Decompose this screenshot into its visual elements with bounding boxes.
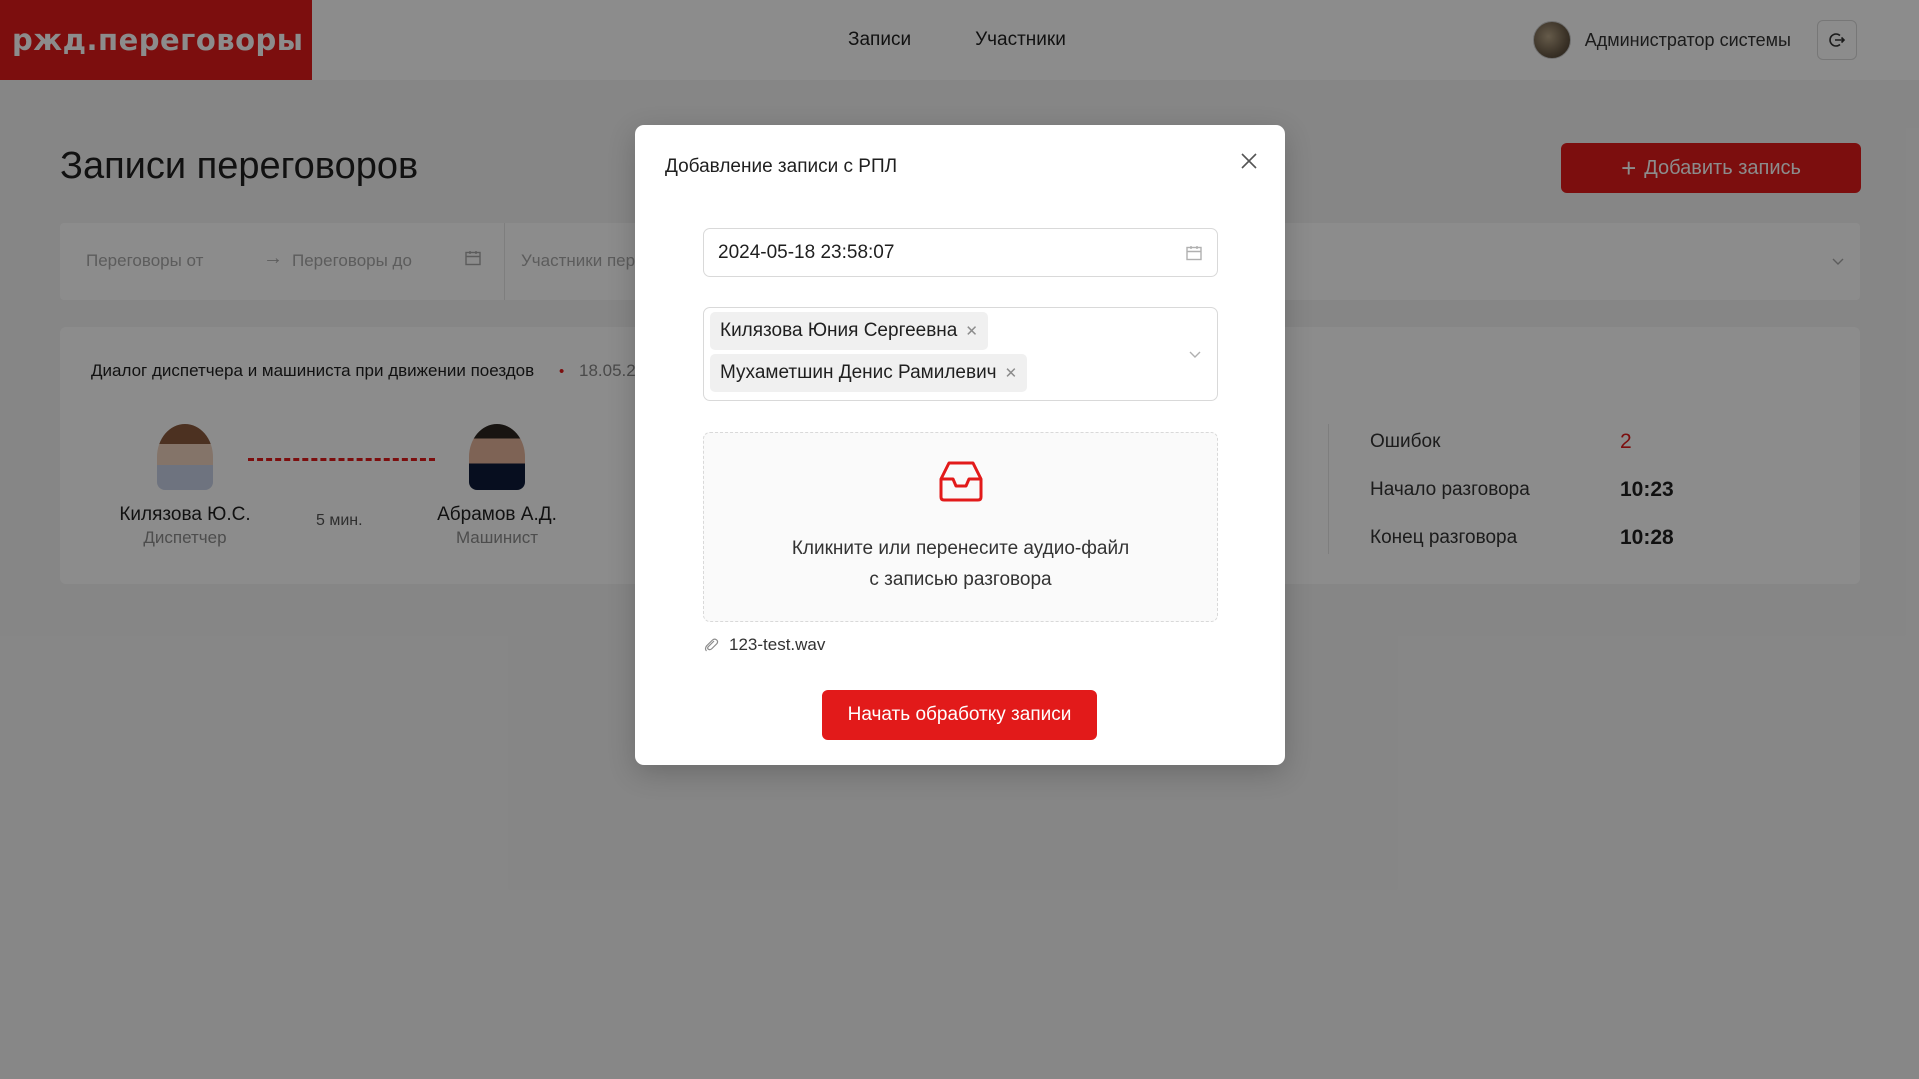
dropzone-line1: Кликните или перенесите аудио-файл	[791, 538, 1130, 559]
uploaded-file[interactable]: 123-test.wav	[703, 635, 825, 655]
inbox-icon	[939, 461, 983, 502]
participant-tag: Мухаметшин Денис Рамилевич ✕	[710, 354, 1028, 392]
close-button[interactable]	[1237, 149, 1261, 173]
modal-title: Добавление записи с РПЛ	[665, 156, 898, 177]
datetime-input[interactable]: 2024-05-18 23:58:07	[703, 228, 1218, 277]
add-record-modal: Добавление записи с РПЛ 2024-05-18 23:58…	[635, 125, 1285, 765]
remove-tag-icon[interactable]: ✕	[1005, 364, 1018, 382]
file-name: 123-test.wav	[729, 635, 826, 654]
remove-tag-icon[interactable]: ✕	[965, 322, 978, 340]
chevron-down-icon[interactable]	[1187, 346, 1203, 362]
paperclip-icon	[704, 638, 719, 652]
close-icon	[1241, 153, 1257, 169]
submit-label: Начать обработку записи	[847, 704, 1072, 725]
participants-select[interactable]: Килязова Юния Сергеевна ✕ Мухаметшин Ден…	[703, 307, 1218, 401]
dropzone-line2: с записью разговора	[869, 569, 1052, 590]
datetime-value: 2024-05-18 23:58:07	[718, 241, 895, 263]
tag-label: Мухаметшин Денис Рамилевич	[720, 362, 997, 383]
start-processing-button[interactable]: Начать обработку записи	[822, 690, 1097, 740]
participant-tag: Килязова Юния Сергеевна ✕	[710, 312, 988, 350]
tag-label: Килязова Юния Сергеевна	[720, 320, 958, 341]
audio-dropzone[interactable]: Кликните или перенесите аудио-файл с зап…	[703, 432, 1218, 622]
calendar-icon[interactable]	[1185, 244, 1203, 262]
